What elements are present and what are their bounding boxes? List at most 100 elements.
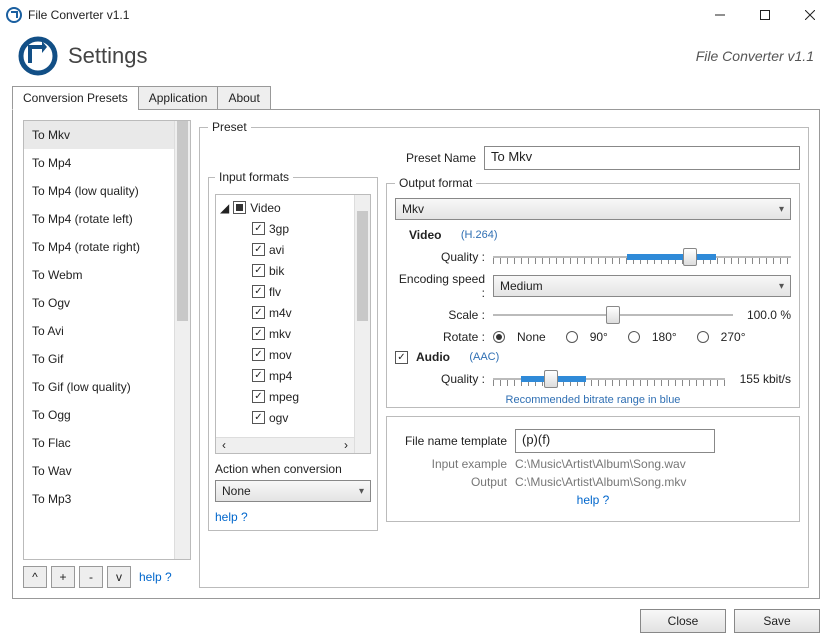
tree-vscroll[interactable]	[354, 195, 370, 453]
input-formats-group: Input formats ◢Video 3gp avi bik flv m4v…	[208, 170, 378, 531]
format-checkbox[interactable]	[252, 390, 265, 403]
preset-item[interactable]: To Wav	[24, 457, 174, 485]
input-help-link[interactable]: help ?	[215, 510, 248, 524]
input-formats-tree[interactable]: ◢Video 3gp avi bik flv m4v mkv mov mp4 m…	[216, 195, 354, 437]
preset-item[interactable]: To Ogg	[24, 401, 174, 429]
format-checkbox[interactable]	[252, 243, 265, 256]
chevron-down-icon: ▾	[779, 204, 784, 215]
slider-thumb[interactable]	[606, 306, 620, 324]
preset-item[interactable]: To Mp4 (rotate right)	[24, 233, 174, 261]
video-section-label: Video	[409, 228, 441, 242]
format-checkbox[interactable]	[252, 285, 265, 298]
output-example-value: C:\Music\Artist\Album\Song.mkv	[515, 475, 686, 489]
tab-about[interactable]: About	[217, 86, 270, 110]
window-title: File Converter v1.1	[28, 8, 697, 22]
presets-scrollbar[interactable]	[174, 121, 190, 559]
template-help-link[interactable]: help ?	[577, 493, 610, 507]
format-label: flv	[269, 285, 281, 299]
preset-item[interactable]: To Webm	[24, 261, 174, 289]
preset-item[interactable]: To Ogv	[24, 289, 174, 317]
rotate-90-radio[interactable]	[566, 331, 578, 343]
preset-name-input[interactable]: To Mkv	[484, 146, 800, 170]
format-checkbox[interactable]	[252, 306, 265, 319]
presets-help-link[interactable]: help ?	[139, 570, 172, 584]
move-up-button[interactable]: ^	[23, 566, 47, 588]
format-checkbox[interactable]	[252, 411, 265, 424]
filename-template-input[interactable]: (p)(f)	[515, 429, 715, 453]
preset-item[interactable]: To Flac	[24, 429, 174, 457]
encoding-speed-combo[interactable]: Medium ▾	[493, 275, 791, 297]
slider-thumb[interactable]	[544, 370, 558, 388]
format-label: mov	[269, 348, 292, 362]
maximize-button[interactable]	[742, 0, 787, 30]
close-dialog-button[interactable]: Close	[640, 609, 726, 633]
tab-strip: Conversion Presets Application About	[12, 86, 820, 110]
format-checkbox[interactable]	[252, 222, 265, 235]
input-example-label: Input example	[397, 457, 507, 471]
encoding-speed-label: Encoding speed :	[395, 272, 485, 300]
main-panel: To Mkv To Mp4 To Mp4 (low quality) To Mp…	[12, 109, 820, 599]
filename-template-label: File name template	[397, 434, 507, 448]
preset-item[interactable]: To Mp4 (low quality)	[24, 177, 174, 205]
tree-hscroll[interactable]: ‹›	[216, 437, 354, 453]
video-quality-slider[interactable]	[493, 246, 791, 268]
rotate-180-radio[interactable]	[628, 331, 640, 343]
chevron-down-icon: ▾	[779, 281, 784, 292]
preset-item[interactable]: To Avi	[24, 317, 174, 345]
audio-section-label: Audio	[416, 350, 450, 364]
format-checkbox[interactable]	[252, 369, 265, 382]
save-button[interactable]: Save	[734, 609, 820, 633]
output-format-legend: Output format	[395, 176, 476, 190]
presets-list[interactable]: To Mkv To Mp4 To Mp4 (low quality) To Mp…	[24, 121, 174, 559]
scroll-thumb[interactable]	[357, 211, 368, 321]
close-button[interactable]	[787, 0, 832, 30]
input-formats-legend: Input formats	[215, 170, 293, 184]
preset-item[interactable]: To Mp4	[24, 149, 174, 177]
format-checkbox[interactable]	[252, 264, 265, 277]
audio-bitrate: 155 kbit/s	[733, 372, 791, 386]
format-checkbox[interactable]	[252, 327, 265, 340]
output-format-combo[interactable]: Mkv▾	[395, 198, 791, 220]
format-checkbox[interactable]	[252, 348, 265, 361]
tab-application[interactable]: Application	[138, 86, 219, 110]
rotate-option-label: 90°	[590, 330, 608, 344]
rotate-option-label: 180°	[652, 330, 677, 344]
move-down-button[interactable]: v	[107, 566, 131, 588]
preset-item[interactable]: To Mkv	[24, 121, 174, 149]
add-preset-button[interactable]: +	[51, 566, 75, 588]
logo-icon	[18, 36, 58, 76]
brand-label: File Converter v1.1	[696, 48, 814, 64]
audio-codec: (AAC)	[469, 351, 499, 363]
minimize-button[interactable]	[697, 0, 742, 30]
audio-enable-checkbox[interactable]	[395, 351, 408, 364]
rotate-none-radio[interactable]	[493, 331, 505, 343]
bitrate-note: Recommended bitrate range in blue	[395, 394, 791, 406]
preset-item[interactable]: To Mp4 (rotate left)	[24, 205, 174, 233]
remove-preset-button[interactable]: -	[79, 566, 103, 588]
slider-thumb[interactable]	[683, 248, 697, 266]
title-bar: File Converter v1.1	[0, 0, 832, 30]
preset-item[interactable]: To Mp3	[24, 485, 174, 513]
preset-item[interactable]: To Gif	[24, 345, 174, 373]
output-format-group: Output format Mkv▾ Video (H.264) Quality…	[386, 176, 800, 408]
rotate-270-radio[interactable]	[697, 331, 709, 343]
scale-slider[interactable]	[493, 304, 733, 326]
video-codec: (H.264)	[461, 229, 498, 241]
format-label: mp4	[269, 369, 292, 383]
format-label: avi	[269, 243, 284, 257]
audio-quality-slider[interactable]	[493, 368, 725, 390]
preset-legend: Preset	[208, 120, 251, 134]
action-label: Action when conversion	[215, 462, 371, 476]
output-example-label: Output	[397, 475, 507, 489]
scroll-thumb[interactable]	[177, 121, 188, 321]
action-combo[interactable]: None▾	[215, 480, 371, 502]
page-header: Settings File Converter v1.1	[0, 30, 832, 86]
preset-name-label: Preset Name	[386, 151, 476, 165]
video-quality-label: Quality :	[395, 250, 485, 264]
tab-conversion-presets[interactable]: Conversion Presets	[12, 86, 139, 110]
audio-quality-label: Quality :	[395, 372, 485, 386]
encoding-speed-value: Medium	[500, 279, 543, 293]
collapse-icon[interactable]: ◢	[220, 201, 229, 215]
video-group-checkbox[interactable]	[233, 201, 246, 214]
preset-item[interactable]: To Gif (low quality)	[24, 373, 174, 401]
